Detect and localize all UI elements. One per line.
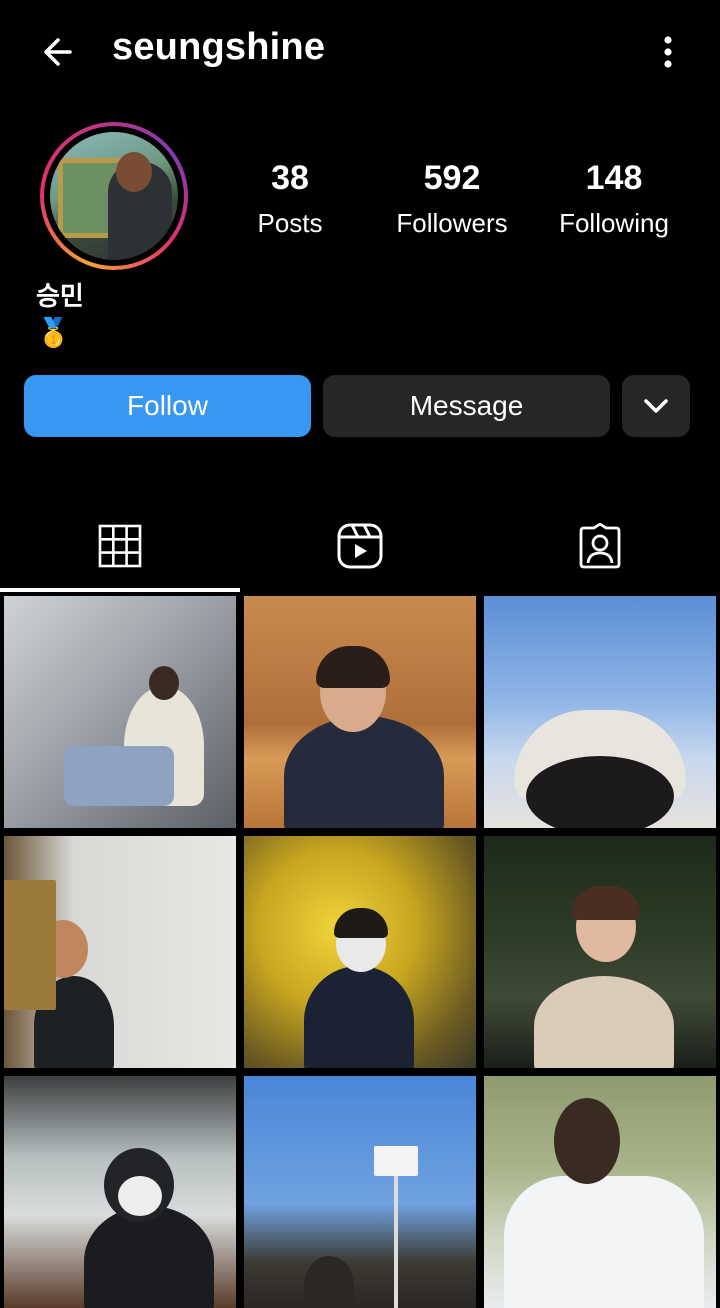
suggested-accounts-button[interactable] <box>622 375 690 437</box>
display-name: 승민 <box>36 281 84 311</box>
post-thumbnail[interactable] <box>244 1076 476 1308</box>
reels-icon <box>337 523 383 569</box>
post-thumbnail[interactable] <box>4 836 236 1068</box>
avatar[interactable] <box>50 132 178 260</box>
tab-tagged[interactable] <box>480 500 720 592</box>
post-thumbnail[interactable] <box>4 1076 236 1308</box>
posts-stat[interactable]: 38 Posts <box>205 156 375 246</box>
posts-count: 38 <box>271 159 309 197</box>
chevron-down-icon <box>644 399 668 413</box>
profile-header: seungshine <box>0 0 720 100</box>
followers-count: 592 <box>423 159 481 197</box>
profile-tabs <box>0 500 720 594</box>
grid-icon <box>98 524 142 568</box>
profile-username: seungshine <box>112 26 326 68</box>
tab-reels[interactable] <box>240 500 480 592</box>
post-thumbnail[interactable] <box>244 836 476 1068</box>
active-tab-indicator <box>0 588 240 592</box>
post-thumbnail[interactable] <box>484 596 716 828</box>
more-options-button[interactable] <box>648 30 688 74</box>
bio-text: 🥇 <box>36 317 71 348</box>
tagged-user-icon <box>579 523 621 569</box>
more-vertical-icon <box>664 36 672 68</box>
arrow-left-icon <box>44 38 72 66</box>
post-thumbnail[interactable] <box>4 596 236 828</box>
post-thumbnail[interactable] <box>484 836 716 1068</box>
follow-button[interactable]: Follow <box>24 375 311 437</box>
post-thumbnail[interactable] <box>244 596 476 828</box>
followers-label: Followers <box>396 208 508 238</box>
following-label: Following <box>559 208 669 238</box>
following-count: 148 <box>585 159 643 197</box>
followers-stat[interactable]: 592 Followers <box>367 156 537 246</box>
message-button[interactable]: Message <box>323 375 610 437</box>
posts-label: Posts <box>257 208 323 238</box>
tab-posts-grid[interactable] <box>0 500 240 592</box>
avatar-border <box>44 126 184 266</box>
post-thumbnail[interactable] <box>484 1076 716 1308</box>
posts-grid <box>0 596 720 1308</box>
person-head <box>116 152 152 192</box>
following-stat[interactable]: 148 Following <box>529 156 699 246</box>
story-ring[interactable] <box>40 122 188 270</box>
back-button[interactable] <box>36 30 80 74</box>
